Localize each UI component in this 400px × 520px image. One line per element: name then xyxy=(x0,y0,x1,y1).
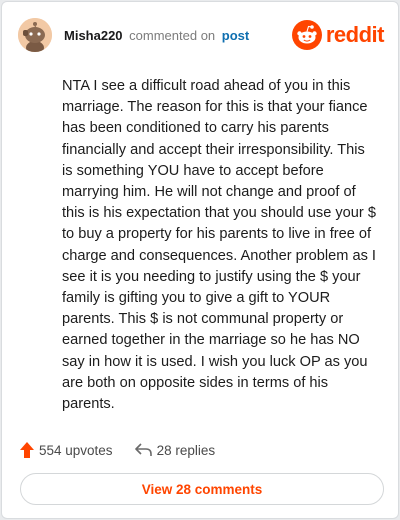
reply-arrow-icon xyxy=(134,443,152,456)
comment-header: Misha220 commented on post reddit xyxy=(18,18,385,52)
upvote-count: 554 upvotes xyxy=(39,442,113,458)
comment-card: Misha220 commented on post reddit NTA I … xyxy=(1,1,399,519)
replies-button[interactable]: 28 replies xyxy=(134,442,216,458)
reddit-logo-icon xyxy=(291,20,322,50)
snoo-avatar-icon xyxy=(18,18,52,52)
upvote-button[interactable]: 554 upvotes xyxy=(20,442,113,458)
post-link[interactable]: post xyxy=(222,28,249,43)
comment-stats: 554 upvotes 28 replies xyxy=(20,439,215,461)
view-comments-button[interactable]: View 28 comments xyxy=(20,473,384,505)
upvote-arrow-icon xyxy=(20,442,34,458)
username[interactable]: Misha220 xyxy=(64,28,123,43)
comment-meta: Misha220 commented on post xyxy=(64,28,249,43)
avatar[interactable] xyxy=(18,18,52,52)
reddit-brand[interactable]: reddit xyxy=(291,20,385,50)
reddit-wordmark: reddit xyxy=(325,22,385,47)
commented-on-text: commented on xyxy=(129,28,216,43)
reply-count: 28 replies xyxy=(156,442,216,458)
comment-body: NTA I see a difficult road ahead of you … xyxy=(62,78,376,413)
